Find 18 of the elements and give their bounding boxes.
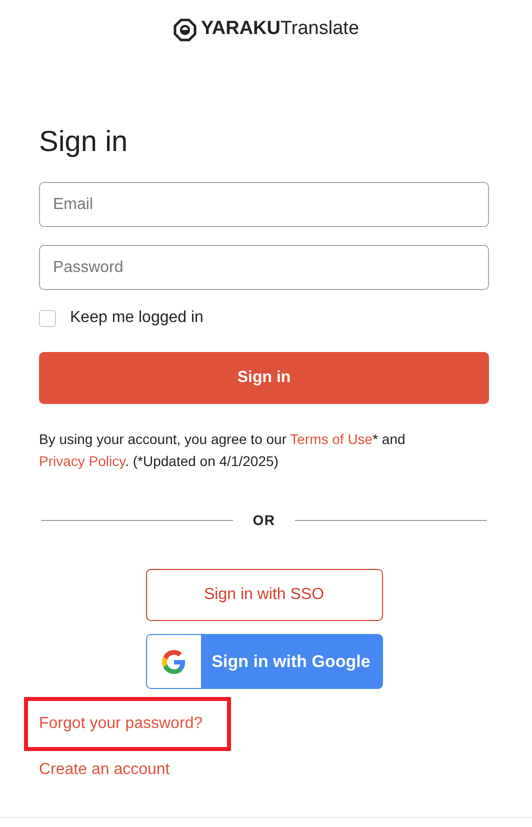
page-title: Sign in	[39, 125, 129, 160]
text-link[interactable]: Create an account	[39, 761, 170, 778]
logo-brand: YARAKU	[200, 17, 281, 42]
google-button[interactable]: Sign in with Google	[146, 634, 382, 689]
input-field[interactable]: Email	[39, 182, 489, 227]
policy-link[interactable]: Privacy Policy	[39, 453, 126, 469]
input-field[interactable]: Password	[39, 245, 489, 290]
divider-label: OR	[252, 511, 276, 530]
sso-button[interactable]: Sign in with SSO	[146, 569, 382, 621]
logo-icon	[172, 18, 197, 42]
google-logo-icon	[162, 650, 186, 674]
sign-in-button[interactable]: Sign in	[39, 352, 489, 404]
logo-product: Translate	[280, 17, 360, 42]
agreement-text: By using your account, you agree to our Terms of Use* and Privacy Policy. (*Updated on 4/1/2025)	[39, 430, 406, 471]
checkbox[interactable]	[39, 310, 56, 326]
text-link[interactable]: Forgot your password?	[39, 715, 203, 732]
checkbox-label: Keep me logged in	[70, 308, 204, 328]
policy-link[interactable]: Terms of Use	[290, 431, 373, 447]
